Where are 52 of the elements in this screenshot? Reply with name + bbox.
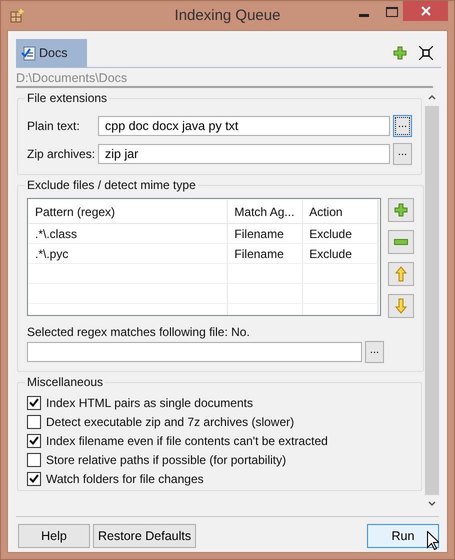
plus-icon bbox=[394, 203, 408, 217]
close-icon bbox=[420, 6, 430, 16]
browse-button[interactable]: ... bbox=[365, 341, 384, 363]
group-title: Exclude files / detect mime type bbox=[26, 178, 197, 192]
add-button[interactable] bbox=[388, 198, 414, 222]
checkbox-label[interactable]: Watch folders for file changes bbox=[46, 472, 204, 486]
add-icon[interactable] bbox=[393, 46, 407, 60]
group-title: File extensions bbox=[26, 91, 108, 105]
arrow-up-icon bbox=[395, 266, 407, 282]
folder-path: D:\Documents\Docs bbox=[16, 68, 433, 88]
tab[interactable]: Docs bbox=[16, 39, 87, 67]
table-cell: Exclude bbox=[303, 224, 378, 243]
checkbox[interactable] bbox=[27, 472, 41, 486]
arrow-down-icon bbox=[395, 298, 407, 314]
remove-button[interactable] bbox=[388, 230, 414, 254]
input-field[interactable]: zip jar bbox=[98, 144, 390, 164]
checkbox-label[interactable]: Index filename even if file contents can't be extracted bbox=[46, 434, 328, 448]
column-header[interactable]: Match Ag... bbox=[228, 200, 304, 223]
checkbox[interactable] bbox=[27, 434, 41, 448]
app-icon bbox=[9, 8, 25, 24]
column-header[interactable]: Pattern (regex) bbox=[29, 200, 228, 223]
table-cell: Filename bbox=[228, 244, 304, 263]
dialog-button[interactable]: Restore Defaults bbox=[93, 524, 196, 548]
group-title: Miscellaneous bbox=[26, 375, 104, 389]
checkbox[interactable] bbox=[27, 414, 41, 428]
checkbox-label[interactable]: Store relative paths if possible (for portability) bbox=[46, 452, 286, 466]
field-label: Plain text: bbox=[27, 119, 81, 133]
column-header[interactable]: Action bbox=[303, 200, 378, 223]
close-button[interactable] bbox=[403, 1, 448, 21]
checklist-icon bbox=[21, 45, 37, 61]
checkbox[interactable] bbox=[27, 396, 41, 410]
field-label: Zip archives: bbox=[27, 147, 96, 161]
table-cell: Filename bbox=[228, 224, 304, 243]
window-title: Indexing Queue bbox=[174, 7, 280, 24]
input-field[interactable] bbox=[27, 342, 362, 362]
table-cell: .*\.class bbox=[29, 224, 228, 243]
maximize-icon[interactable] bbox=[386, 7, 398, 17]
collapse-icon[interactable] bbox=[419, 46, 433, 60]
table-cell: Exclude bbox=[303, 244, 378, 263]
cursor-icon bbox=[427, 531, 439, 550]
dialog-button[interactable]: Help bbox=[18, 524, 90, 548]
checkbox-label[interactable]: Index HTML pairs as single documents bbox=[46, 396, 253, 410]
checkbox[interactable] bbox=[27, 452, 41, 466]
checkbox-label[interactable]: Detect executable zip and 7z archives (slower) bbox=[46, 414, 294, 428]
browse-button[interactable]: ... bbox=[393, 143, 412, 165]
minus-icon bbox=[394, 239, 408, 245]
table-cell: .*\.pyc bbox=[29, 244, 228, 263]
match-status: Selected regex matches following file: No. bbox=[27, 325, 251, 339]
scroll-down-icon[interactable] bbox=[428, 501, 436, 506]
input-field[interactable]: cpp doc docx java py txt bbox=[98, 116, 390, 136]
scroll-up-icon[interactable] bbox=[428, 95, 436, 100]
browse-button[interactable]: ... bbox=[393, 115, 412, 137]
